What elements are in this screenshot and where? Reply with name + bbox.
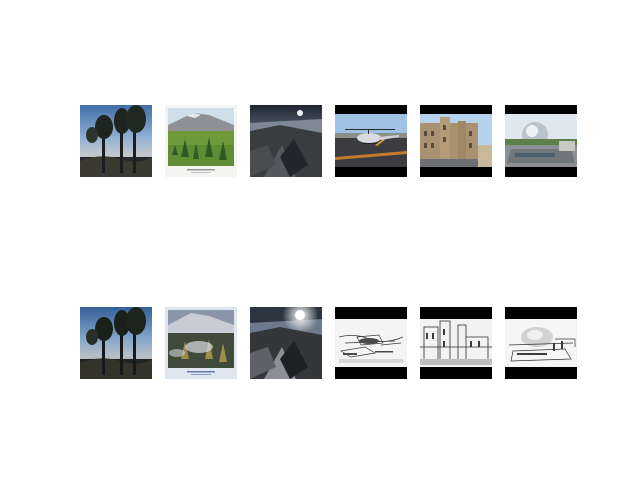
image-thumbnail-dome [505, 105, 577, 177]
image-thumbnail-helicopter [335, 105, 407, 177]
dome-plaza-sketch-image [505, 307, 577, 379]
image-thumbnail-forest-processed [80, 307, 152, 379]
image-thumbnail-moonlit-processed [250, 307, 322, 379]
mountain-meadow-image [165, 105, 237, 177]
image-thumbnail-moonlit-rocks [250, 105, 322, 177]
moonlit-landscape-image [250, 105, 322, 177]
image-thumbnail-dome-processed [505, 307, 577, 379]
image-thumbnail-helicopter-processed [335, 307, 407, 379]
moonlit-landscape-processed-image [250, 307, 322, 379]
castle-sketch-image [420, 307, 492, 379]
processed-images-row [0, 307, 640, 379]
original-images-row [0, 105, 640, 177]
forest-dusk-processed-image [80, 307, 152, 379]
helicopter-sketch-image [335, 307, 407, 379]
image-thumbnail-mountain-postcard [165, 105, 237, 177]
helicopter-image [335, 105, 407, 177]
castle-image [420, 105, 492, 177]
mountain-meadow-processed-image [165, 307, 237, 379]
forest-dusk-image [80, 105, 152, 177]
dome-plaza-image [505, 105, 577, 177]
image-thumbnail-mountain-processed [165, 307, 237, 379]
image-thumbnail-forest [80, 105, 152, 177]
image-thumbnail-castle-processed [420, 307, 492, 379]
image-thumbnail-castle [420, 105, 492, 177]
